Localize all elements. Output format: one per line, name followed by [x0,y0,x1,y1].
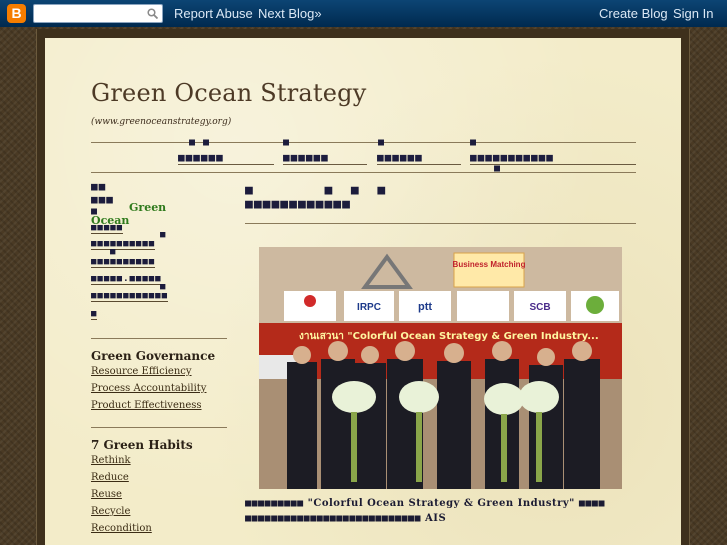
event-photo[interactable]: Business Matching IRPC ptt SCB งานเสวนา … [259,247,622,489]
resource-efficiency-link[interactable]: Resource Efficiency [91,366,192,377]
sidebar-link-b[interactable]: ■■■■■■■■■■ [91,240,156,250]
post-title[interactable]: ■■■■■■■■■■■■ [245,198,351,211]
menu-item-1[interactable]: ■■■■■■ [178,151,274,165]
caption-tail: AIS [425,513,447,524]
recondition-link[interactable]: Recondition [91,523,152,534]
habits-heading: 7 Green Habits [91,438,193,452]
sidebar-link-e[interactable]: ■■■■■■■■■■■■ [91,292,169,302]
blogger-logo-icon[interactable]: B [7,4,26,23]
sidebar-link-f[interactable]: ■ [91,310,98,320]
svg-text:งานเสวนา "Colorful Ocean Strat: งานเสวนา "Colorful Ocean Strategy & Gree… [299,331,599,342]
post-title-glyph-1: ■ ■ ■ ■ [245,183,387,198]
menu-glyph-5: ■ [494,163,502,174]
menu-item-4[interactable]: ■■■■■■■■■■■ [470,151,636,165]
post-title-divider [245,223,636,224]
process-accountability-link[interactable]: Process Accountability [91,383,206,394]
menu-glyph-1: ■ ■ [189,137,211,148]
menu-divider [91,172,636,173]
menu-glyph-4: ■ [470,137,478,148]
blog-description: (www.greenoceanstrategy.org) [91,117,232,127]
sidebar-divider-2 [91,427,227,428]
sidebar-glyph-dot2: ■ [110,247,117,257]
menu-item-3[interactable]: ■■■■■■ [377,151,461,165]
post-caption: ■■■■■■■■■ "Colorful Ocean Strategy & Gre… [245,498,605,524]
caption-quote: "Colorful Ocean Strategy & Green Industr… [307,498,575,509]
create-blog-link[interactable]: Create Blog [599,6,668,21]
rethink-link[interactable]: Rethink [91,455,131,466]
sign-in-link[interactable]: Sign In [673,6,713,21]
sidebar-divider-1 [91,338,227,339]
reuse-link[interactable]: Reuse [91,489,122,500]
recycle-link[interactable]: Recycle [91,506,130,517]
header-divider [91,142,636,143]
report-abuse-link[interactable]: Report Abuse [174,6,253,21]
sidebar-glyph-row1: ■■ [91,180,107,193]
svg-text:SCB: SCB [529,302,550,313]
blog-title[interactable]: Green Ocean Strategy [91,79,367,107]
search-input[interactable] [33,4,163,23]
blogger-navbar: B Report Abuse Next Blog» Create Blog Si… [0,0,727,27]
menu-glyph-2: ■ [283,137,291,148]
next-blog-link[interactable]: Next Blog» [258,6,322,21]
svg-text:ptt: ptt [418,301,432,313]
sidebar-link-c[interactable]: ■■■■■■■■■■ [91,258,156,268]
search-icon[interactable] [147,8,158,19]
sidebar-glyph-row2: ■■■ [91,193,114,206]
menu-item-2[interactable]: ■■■■■■ [283,151,367,165]
menu-glyph-3: ■ [378,137,386,148]
sidebar-link-d[interactable]: ■■■■■.■■■■■ [91,275,162,285]
svg-text:IRPC: IRPC [357,302,381,313]
reduce-link[interactable]: Reduce [91,472,129,483]
governance-heading: Green Governance [91,349,216,363]
sidebar-green-label: Green [129,201,167,214]
svg-text:Business Matching: Business Matching [453,260,526,269]
sidebar-link-a[interactable]: ■■■■■ [91,224,124,234]
product-effectiveness-link[interactable]: Product Effectiveness [91,400,202,411]
sidebar-glyph-dot: ■ [160,230,167,240]
